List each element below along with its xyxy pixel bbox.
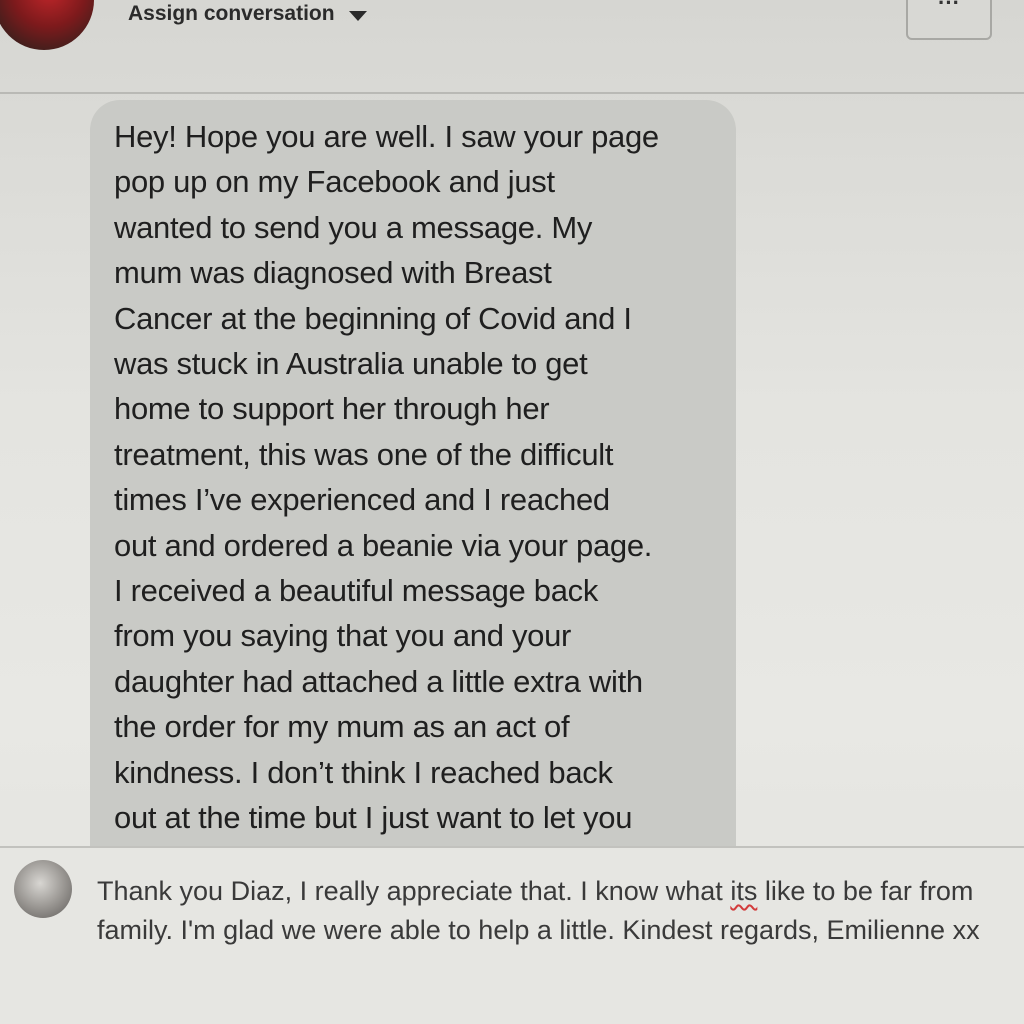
messenger-screen: Assign conversation ··· Hey! Hope you ar…	[0, 0, 1024, 1024]
misspelled-word[interactable]: its	[730, 876, 757, 906]
page-avatar	[14, 860, 72, 918]
incoming-message-bubble: Hey! Hope you are well. I saw your page …	[90, 100, 736, 846]
assign-conversation-label: Assign conversation	[128, 2, 335, 25]
chevron-down-icon	[348, 11, 367, 21]
reply-text-part1: Thank you Diaz, I really appreciate that…	[97, 876, 731, 906]
assign-conversation-dropdown[interactable]: Assign conversation	[128, 2, 367, 26]
message-text: Hey! Hope you are well. I saw your page …	[114, 119, 659, 836]
conversation-header: Assign conversation ···	[0, 0, 1024, 94]
contact-avatar[interactable]	[0, 0, 94, 50]
reply-text[interactable]: Thank you Diaz, I really appreciate that…	[97, 872, 997, 950]
more-icon: ···	[938, 0, 960, 15]
reply-composer[interactable]: Thank you Diaz, I really appreciate that…	[0, 846, 1024, 1024]
more-options-button[interactable]: ···	[906, 0, 992, 40]
message-thread[interactable]: Hey! Hope you are well. I saw your page …	[0, 94, 1024, 846]
